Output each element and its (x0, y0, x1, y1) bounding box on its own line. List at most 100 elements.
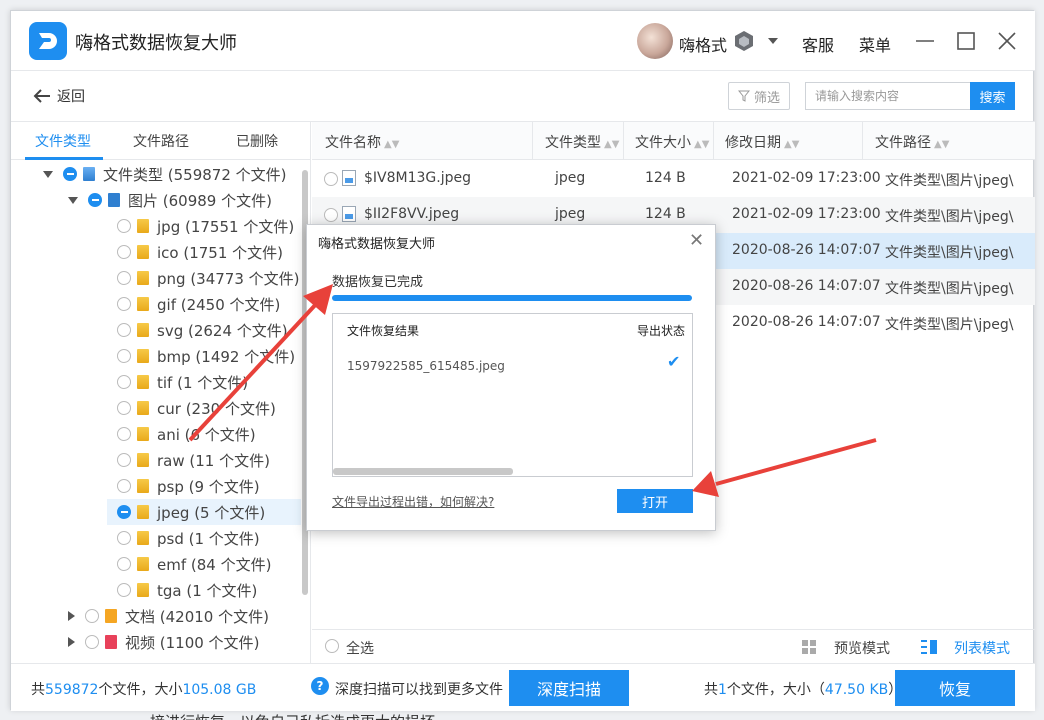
tree-item[interactable]: svg (2624 个文件) (117, 317, 288, 343)
tab-file-path[interactable]: 文件路径 (133, 131, 189, 151)
tree-checkbox[interactable] (117, 271, 131, 285)
tree-checkbox[interactable] (117, 349, 131, 363)
chevron-down-icon[interactable] (43, 170, 53, 178)
tree-item[interactable]: 文件类型 (559872 个文件) (43, 161, 287, 187)
avatar[interactable] (637, 23, 673, 59)
category-icon (105, 635, 117, 649)
cell-path: 文件类型\图片\jpeg\ (885, 209, 1014, 225)
back-button[interactable]: 返回 (33, 86, 85, 106)
row-checkbox[interactable] (324, 208, 338, 222)
tree-item[interactable]: cur (230 个文件) (117, 395, 276, 421)
open-button[interactable]: 打开 (617, 489, 693, 513)
tree-checkbox[interactable] (117, 375, 131, 389)
background-document-text: 接进行恢复，以免自己私拆造成更大的损坏 (150, 711, 435, 720)
header-path[interactable]: 文件路径 ▲▼ (875, 132, 949, 152)
close-icon[interactable] (995, 29, 1019, 53)
tree-item[interactable]: tga (1 个文件) (117, 577, 257, 603)
header-date[interactable]: 修改日期 ▲▼ (725, 132, 799, 152)
preview-mode-button[interactable]: 预览模式 (834, 638, 890, 658)
tree-item-label: tif (1 个文件) (157, 373, 249, 392)
arrow-left-icon (33, 89, 50, 103)
tree-checkbox[interactable] (88, 193, 102, 207)
tree-item-label: emf (84 个文件) (157, 555, 272, 574)
tree-item-label: cur (230 个文件) (157, 399, 276, 418)
tree-checkbox[interactable] (117, 219, 131, 233)
tree-checkbox[interactable] (63, 167, 77, 181)
tree-item[interactable]: psp (9 个文件) (117, 473, 260, 499)
tree-item[interactable]: tif (1 个文件) (117, 369, 248, 395)
tree-item-label: 图片 (60989 个文件) (128, 191, 272, 210)
filter-icon (737, 90, 750, 102)
tree-checkbox[interactable] (117, 401, 131, 415)
export-error-help-link[interactable]: 文件导出过程出错，如何解决? (332, 493, 494, 510)
cell-date: 2020-08-26 14:07:07 (732, 278, 881, 294)
cell-size: 124 B (645, 206, 686, 222)
maximize-icon[interactable] (954, 29, 978, 53)
cell-date: 2020-08-26 14:07:07 (732, 242, 881, 258)
tree-checkbox[interactable] (117, 505, 131, 519)
tab-file-type[interactable]: 文件类型 (35, 131, 91, 151)
tree-checkbox[interactable] (117, 323, 131, 337)
tree-item[interactable]: raw (11 个文件) (117, 447, 270, 473)
service-button[interactable]: 客服 (802, 32, 834, 56)
table-header: 文件名称 ▲▼ 文件类型 ▲▼ 文件大小 ▲▼ 修改日期 ▲▼ 文件路径 ▲▼ (312, 122, 1035, 160)
dialog-close-icon[interactable]: ✕ (689, 230, 704, 251)
tree-item[interactable]: 视频 (1100 个文件) (68, 629, 259, 655)
row-checkbox[interactable] (324, 172, 338, 186)
tree-item[interactable]: jpeg (5 个文件) (107, 499, 301, 525)
folder-icon (137, 583, 149, 597)
tree-checkbox[interactable] (117, 557, 131, 571)
tree-checkbox[interactable] (85, 635, 99, 649)
tree-item-label: jpeg (5 个文件) (157, 503, 266, 522)
tree-checkbox[interactable] (117, 245, 131, 259)
search-input[interactable] (805, 82, 971, 110)
progress-bar (332, 295, 692, 301)
chevron-down-icon[interactable] (68, 196, 78, 204)
chevron-down-icon[interactable] (768, 38, 778, 44)
tree-item[interactable]: emf (84 个文件) (117, 551, 271, 577)
tree-checkbox[interactable] (85, 609, 99, 623)
tree-item[interactable]: 文档 (42010 个文件) (68, 603, 269, 629)
list-mode-button[interactable]: 列表模式 (954, 638, 1010, 658)
header-type[interactable]: 文件类型 ▲▼ (545, 132, 619, 152)
tree-item[interactable]: gif (2450 个文件) (117, 291, 280, 317)
tree-checkbox[interactable] (117, 453, 131, 467)
tree-item[interactable]: ico (1751 个文件) (117, 239, 283, 265)
filter-button[interactable]: 筛选 (728, 82, 790, 110)
tree-item[interactable]: bmp (1492 个文件) (117, 343, 295, 369)
search-button[interactable]: 搜索 (970, 82, 1015, 110)
tab-deleted[interactable]: 已删除 (236, 131, 278, 151)
select-all-label[interactable]: 全选 (346, 638, 374, 658)
menu-button[interactable]: 菜单 (859, 32, 891, 56)
recover-button[interactable]: 恢复 (895, 670, 1015, 706)
tree-checkbox[interactable] (117, 531, 131, 545)
header-name[interactable]: 文件名称 ▲▼ (325, 132, 399, 152)
username[interactable]: 嗨格式 (679, 32, 727, 56)
tree-checkbox[interactable] (117, 427, 131, 441)
tree-item[interactable]: jpg (17551 个文件) (117, 213, 294, 239)
tree-checkbox[interactable] (117, 583, 131, 597)
sort-icon: ▲▼ (694, 139, 710, 150)
tree-checkbox[interactable] (117, 297, 131, 311)
status-bar: 共559872个文件，大小105.08 GB ? 深度扫描可以找到更多文件 深度… (11, 663, 1035, 711)
chevron-right-icon[interactable] (68, 637, 75, 647)
tree-item[interactable]: png (34773 个文件) (117, 265, 300, 291)
list-view-icon[interactable] (920, 639, 938, 655)
chevron-right-icon[interactable] (68, 611, 75, 621)
tree-item[interactable]: ani (6 个文件) (117, 421, 256, 447)
header-size[interactable]: 文件大小 ▲▼ (635, 132, 709, 152)
folder-icon (137, 219, 149, 233)
deep-scan-button[interactable]: 深度扫描 (509, 670, 629, 706)
tree-checkbox[interactable] (117, 479, 131, 493)
app-logo-icon (29, 22, 67, 60)
tree-item[interactable]: 图片 (60989 个文件) (68, 187, 272, 213)
minimize-icon[interactable] (913, 29, 937, 53)
result-horizontal-scrollbar[interactable] (333, 468, 513, 475)
tree-item[interactable]: psd (1 个文件) (117, 525, 260, 551)
select-all-checkbox[interactable] (325, 639, 339, 653)
cell-size: 124 B (645, 170, 686, 186)
table-row[interactable]: $IV8M13G.jpeg jpeg 124 B 2021-02-09 17:23:0… (312, 161, 1035, 197)
folder-icon (137, 557, 149, 571)
tree-item-label: svg (2624 个文件) (157, 321, 288, 340)
grid-view-icon[interactable] (801, 639, 817, 655)
